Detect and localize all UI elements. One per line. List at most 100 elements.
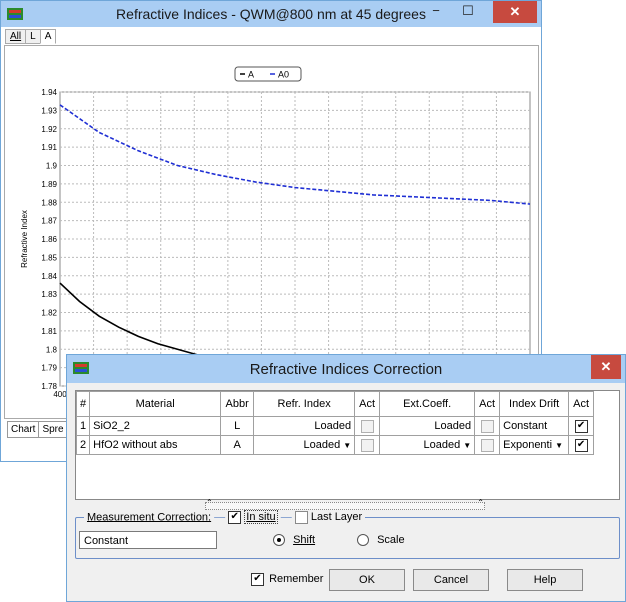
table-row[interactable]: 1 SiO2_2 L Loaded Loaded Constant ✔ — [75, 416, 595, 436]
table-cell: 2 — [75, 435, 91, 455]
table-cell[interactable]: Constant — [499, 416, 570, 436]
maximize-button[interactable]: ☐ — [453, 1, 483, 23]
table-cell[interactable]: HfO2 without abs — [89, 435, 222, 455]
check-icon[interactable]: ✔ — [574, 419, 588, 433]
act-checkbox-cell[interactable] — [354, 416, 381, 436]
help-button[interactable]: Help — [507, 569, 583, 591]
y-tick-label: 1.86 — [41, 235, 57, 244]
y-tick-label: 1.79 — [41, 364, 57, 373]
cell-text: Loaded — [434, 420, 472, 432]
tab-chart[interactable]: Chart — [7, 421, 40, 438]
table-cell[interactable]: Exponenti ▼ — [499, 435, 570, 455]
table-cell[interactable]: Loaded — [379, 416, 476, 436]
act-checkbox-cell[interactable]: ✔ — [568, 416, 595, 436]
checkbox-box[interactable] — [480, 419, 494, 433]
col-header: Abbr — [220, 391, 255, 417]
table-header-row: # Material Abbr Refr. Index Act Ext.Coef… — [75, 391, 595, 417]
y-tick-label: 1.82 — [41, 309, 57, 318]
chevron-down-icon[interactable]: ▼ — [555, 441, 563, 450]
measurement-label: Measurement Correction: — [87, 511, 212, 524]
shift-label: Shift — [293, 534, 316, 546]
table-cell[interactable]: L — [220, 416, 255, 436]
cell-text: 1 — [80, 420, 87, 432]
view-tabs: Chart Spre — [7, 421, 68, 438]
col-header: Act — [568, 391, 595, 417]
cell-text: Loaded — [314, 420, 352, 432]
y-tick-label: 1.83 — [41, 290, 57, 299]
cell-text: A — [233, 439, 241, 451]
close-icon: ✕ — [509, 4, 521, 19]
check-icon: ✔ — [251, 573, 264, 586]
chevron-up-icon: ⌃ — [477, 498, 484, 507]
tab-a[interactable]: A — [39, 29, 57, 44]
materials-table: # Material Abbr Refr. Index Act Ext.Coef… — [75, 391, 595, 455]
minimize-icon: − — [432, 3, 440, 18]
grid-splitter[interactable]: ⌃ ⌃ — [205, 498, 485, 510]
cell-text: Loaded — [303, 439, 341, 451]
dialog-close-button[interactable]: ✕ — [591, 355, 621, 379]
y-tick-label: 1.91 — [41, 143, 57, 152]
y-tick-label: 1.89 — [41, 180, 57, 189]
cell-text: Constant — [503, 420, 548, 432]
cell-text: SiO2_2 — [93, 420, 130, 432]
act-checkbox-cell[interactable] — [354, 435, 381, 455]
cell-text: Exponenti — [503, 439, 553, 451]
maximize-icon: ☐ — [462, 3, 474, 18]
cell-text: L — [234, 420, 241, 432]
dialog-title-bar[interactable]: Refractive Indices Correction ✕ — [67, 355, 625, 383]
col-header: Ext.Coeff. — [379, 391, 476, 417]
close-button[interactable]: ✕ — [493, 1, 537, 23]
col-header: # — [75, 391, 91, 417]
act-checkbox-cell[interactable] — [474, 416, 501, 436]
tab-all[interactable]: All — [5, 29, 27, 44]
y-tick-label: 1.93 — [41, 106, 57, 115]
minimize-button[interactable]: − — [421, 1, 451, 23]
checkbox-box[interactable] — [360, 419, 374, 433]
y-tick-label: 1.92 — [41, 125, 57, 134]
layer-tabs: All L A — [5, 28, 57, 44]
materials-grid: # Material Abbr Refr. Index Act Ext.Coef… — [75, 390, 620, 500]
title-bar[interactable]: Refractive Indices - QWM@800 nm at 45 de… — [1, 1, 541, 27]
remember-checkbox[interactable]: ✔ Remember — [251, 573, 323, 586]
col-header: Index Drift — [499, 391, 570, 417]
table-cell[interactable]: Loaded ▼ — [253, 435, 356, 455]
scale-label: Scale — [377, 534, 405, 546]
close-icon: ✕ — [600, 359, 612, 374]
in-situ-label: In situ — [244, 510, 278, 525]
last-layer-label: Last Layer — [310, 511, 363, 524]
table-cell[interactable]: Loaded ▼ — [379, 435, 476, 455]
cell-text: HfO2 without abs — [93, 439, 178, 451]
chevron-up-icon: ⌃ — [206, 498, 213, 507]
table-cell[interactable]: Loaded — [253, 416, 356, 436]
y-tick-label: 1.84 — [41, 272, 57, 281]
col-header: Material — [89, 391, 222, 417]
checkbox-box[interactable] — [480, 438, 494, 452]
cancel-button[interactable]: Cancel — [413, 569, 489, 591]
radio-icon — [357, 534, 369, 547]
y-axis-label: Refractive Index — [20, 210, 29, 268]
y-tick-label: 1.88 — [41, 198, 57, 207]
cell-text: Loaded — [423, 439, 461, 451]
table-cell[interactable]: SiO2_2 — [89, 416, 222, 436]
scale-radio[interactable]: Scale — [357, 534, 405, 547]
tab-spreadsheet[interactable]: Spre — [38, 421, 68, 438]
table-row[interactable]: 2 HfO2 without abs A Loaded ▼ Loaded ▼ Exponent… — [75, 435, 595, 455]
table-cell[interactable]: A — [220, 435, 255, 455]
shift-radio[interactable]: Shift — [273, 534, 316, 547]
cell-text: 2 — [80, 439, 87, 451]
correction-type-field[interactable]: Constant — [79, 531, 217, 549]
tab-l[interactable]: L — [25, 29, 41, 44]
chevron-down-icon[interactable]: ▼ — [343, 441, 351, 450]
check-icon: ✔ — [228, 511, 242, 524]
act-checkbox-cell[interactable] — [474, 435, 501, 455]
check-icon[interactable]: ✔ — [574, 438, 588, 452]
in-situ-checkbox[interactable]: ✔ In situ — [228, 510, 280, 525]
act-checkbox-cell[interactable]: ✔ — [568, 435, 595, 455]
legend-entry: A0 — [278, 70, 289, 80]
checkbox-box — [294, 511, 308, 524]
ok-button[interactable]: OK — [329, 569, 405, 591]
y-tick-label: 1.94 — [41, 88, 57, 97]
checkbox-box[interactable] — [360, 438, 374, 452]
last-layer-checkbox[interactable]: Last Layer — [294, 511, 363, 524]
chevron-down-icon[interactable]: ▼ — [463, 441, 471, 450]
